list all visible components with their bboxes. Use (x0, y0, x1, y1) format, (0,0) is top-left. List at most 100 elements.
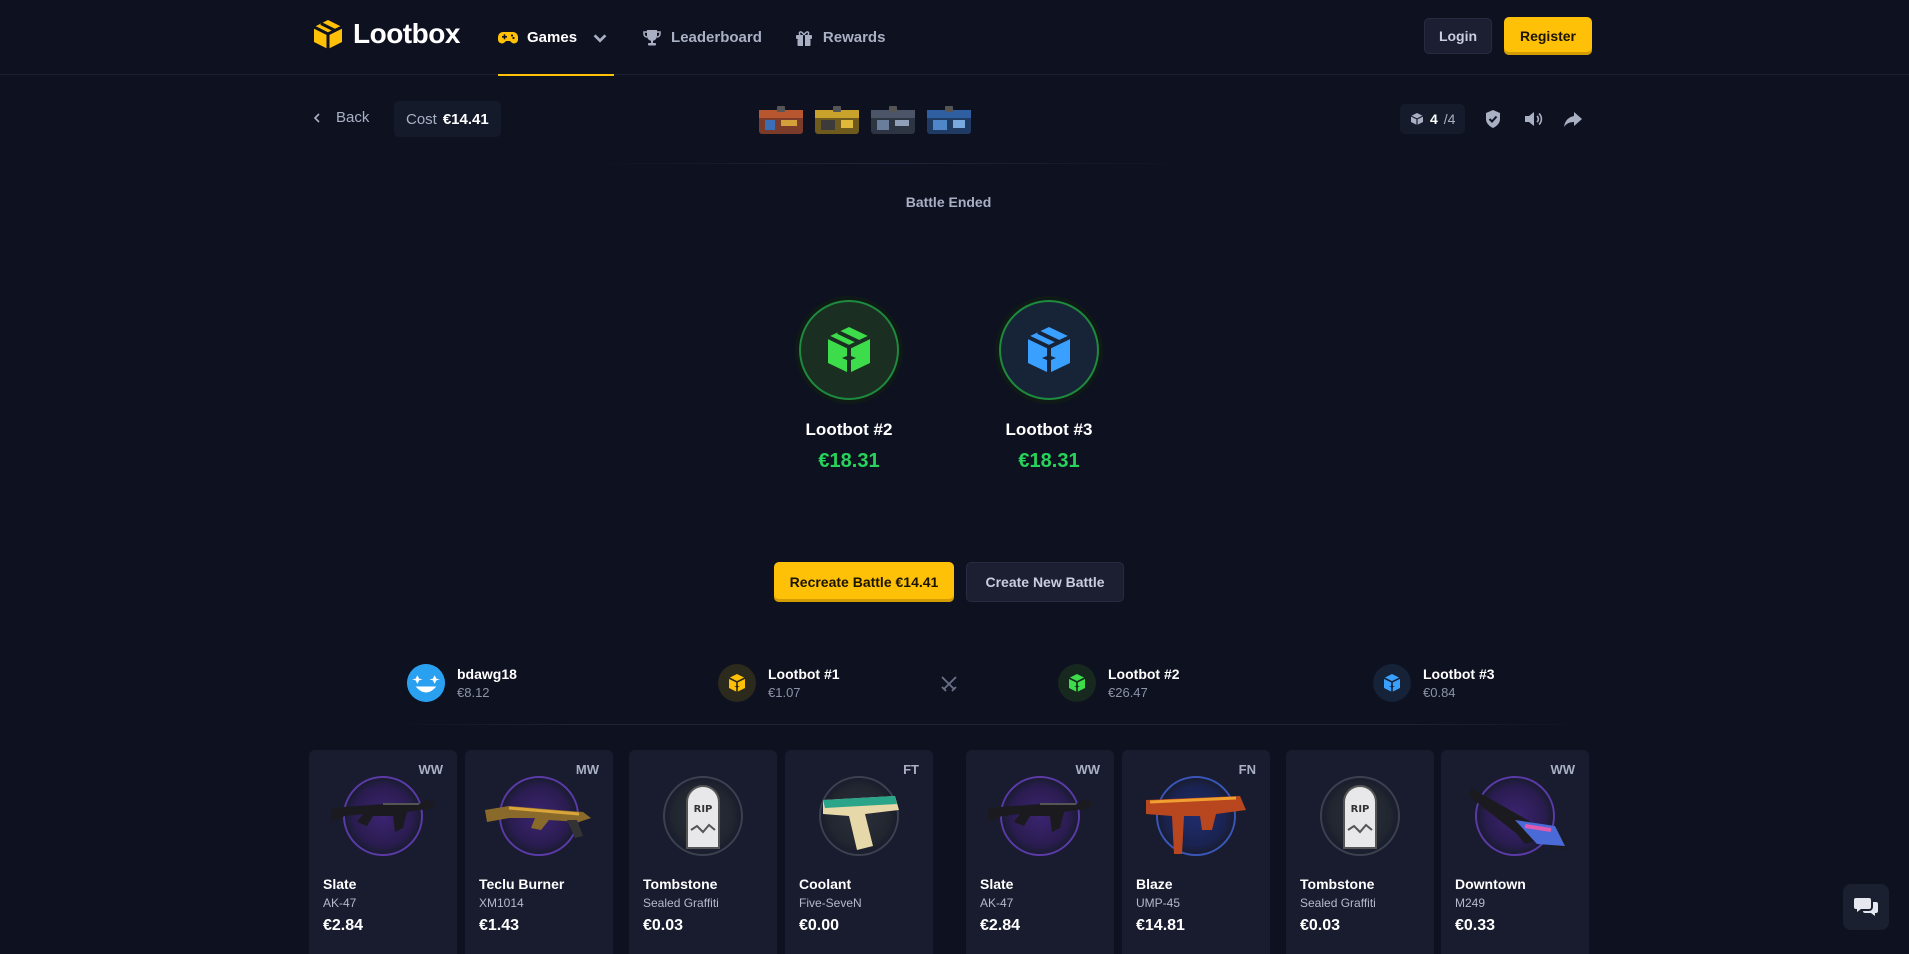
item-name: Slate (323, 876, 357, 892)
player-value: €8.12 (457, 685, 490, 700)
item-price: €0.03 (1300, 917, 1341, 934)
case-thumbnail[interactable] (923, 98, 975, 142)
ump45-icon (1146, 796, 1246, 854)
nav-links: Games Leaderboard Rewards (498, 0, 917, 76)
item-card[interactable]: RIP Tombstone Sealed Graffiti €0.03 (629, 750, 777, 954)
lootbot-yellow-icon (728, 674, 746, 692)
player-slot[interactable]: Lootbot #1 €1.07 (718, 664, 840, 702)
brand-logo[interactable]: Lootbox (311, 18, 460, 50)
cost-value: €14.41 (442, 110, 489, 128)
trophy-icon (643, 29, 661, 45)
player-value: €26.47 (1108, 685, 1148, 700)
case-1-icon (759, 106, 803, 134)
gift-icon (795, 30, 812, 46)
chevron-down-icon (593, 33, 607, 43)
item-type: Five-SeveN (799, 896, 862, 910)
m249-icon (1469, 788, 1567, 850)
fairness-button[interactable] (1481, 107, 1505, 131)
winner-avatar (999, 300, 1099, 400)
item-card[interactable]: RIP Tombstone Sealed Graffiti €0.03 (1286, 750, 1434, 954)
player-slot[interactable]: Lootbot #3 €0.84 (1373, 664, 1495, 702)
player-slot[interactable]: bdawg18 €8.12 (407, 664, 517, 702)
player-value: €0.84 (1423, 685, 1456, 700)
case-3-icon (871, 106, 915, 134)
case-thumbnail[interactable] (867, 98, 919, 142)
item-card[interactable]: FT Coolant Five-SeveN €0.00 (785, 750, 933, 954)
nav-rewards[interactable]: Rewards (794, 0, 886, 75)
nav-games-label: Games (527, 29, 578, 46)
lootbot-green-icon (827, 327, 871, 373)
item-type: AK-47 (980, 896, 1014, 910)
case-thumbnail[interactable] (811, 98, 863, 142)
shield-check-icon (1486, 110, 1501, 128)
lootbox-logo-icon (313, 20, 343, 49)
item-type: Sealed Graffiti (1300, 896, 1376, 910)
battle-toolbar-right: 4 /4 (1400, 104, 1585, 134)
winner-card: Lootbot #3 €18.31 (979, 300, 1119, 473)
item-price: €2.84 (323, 917, 364, 934)
star-eyes-emoji-icon (407, 664, 445, 702)
player-slot[interactable]: Lootbot #2 €26.47 (1058, 664, 1180, 702)
players-divider (390, 724, 1590, 725)
box-icon (1410, 113, 1424, 125)
top-navbar: Lootbox Games Leaderboard Rewards Login … (0, 0, 1909, 76)
player-name: Lootbot #1 (768, 666, 840, 682)
item-type: M249 (1455, 896, 1486, 910)
nav-leaderboard[interactable]: Leaderboard (642, 0, 762, 75)
item-name: Teclu Burner (479, 876, 565, 892)
back-button[interactable]: Back (313, 109, 369, 126)
rounds-total: /4 (1443, 111, 1456, 127)
item-card[interactable]: MW Teclu Burner XM1014 €1.43 (465, 750, 613, 954)
register-button[interactable]: Register (1504, 17, 1592, 55)
item-card[interactable]: FN Blaze UMP-45 €14.81 (1122, 750, 1270, 954)
chat-button[interactable] (1843, 884, 1889, 930)
item-name: Slate (980, 876, 1014, 892)
five-seven-icon (823, 796, 899, 850)
chat-bubbles-icon (1854, 898, 1878, 916)
xm1014-icon (485, 806, 591, 838)
item-type: UMP-45 (1136, 896, 1181, 910)
nav-games[interactable]: Games (498, 0, 615, 76)
battle-cases (755, 98, 975, 142)
speaker-icon (1525, 112, 1543, 126)
rounds-counter: 4 /4 (1400, 104, 1466, 134)
toolbar-divider (580, 163, 1200, 164)
create-new-battle-button[interactable]: Create New Battle (966, 562, 1124, 602)
recreate-battle-button[interactable]: Recreate Battle €14.41 (774, 562, 954, 602)
winner-name: Lootbot #2 (805, 420, 893, 439)
player-name: Lootbot #3 (1423, 666, 1495, 682)
back-label: Back (336, 109, 370, 126)
item-name: Coolant (799, 876, 852, 892)
share-button[interactable] (1561, 107, 1585, 131)
chevron-left-icon (313, 112, 320, 123)
avatar (718, 664, 756, 702)
share-icon (1564, 112, 1583, 127)
tombstone-graffiti-icon: RIP (1343, 785, 1377, 849)
item-card[interactable]: WW Slate AK-47 €2.84 (309, 750, 457, 954)
case-thumbnail[interactable] (755, 98, 807, 142)
player-name: Lootbot #2 (1108, 666, 1180, 682)
winner-card: Lootbot #2 €18.31 (779, 300, 919, 473)
item-price: €14.81 (1136, 917, 1185, 934)
case-4-icon (927, 106, 971, 134)
sound-toggle[interactable] (1521, 107, 1545, 131)
cost-label: Cost (406, 110, 437, 128)
svg-text:RIP: RIP (694, 804, 713, 815)
winner-amount: €18.31 (818, 450, 880, 472)
login-button[interactable]: Login (1424, 18, 1492, 54)
avatar (1373, 664, 1411, 702)
item-name: Tombstone (1300, 876, 1375, 892)
item-price: €0.00 (799, 917, 840, 934)
item-type: AK-47 (323, 896, 357, 910)
nav-rewards-label: Rewards (822, 29, 886, 46)
item-card[interactable]: WW Downtown M249 €0.33 (1441, 750, 1589, 954)
item-price: €0.33 (1455, 917, 1496, 934)
item-type: XM1014 (479, 896, 524, 910)
gamepad-icon (498, 31, 518, 43)
item-name: Downtown (1455, 876, 1526, 892)
avatar (1058, 664, 1096, 702)
item-card[interactable]: WW Slate AK-47 €2.84 (966, 750, 1114, 954)
player-value: €1.07 (768, 685, 801, 700)
case-2-icon (815, 106, 859, 134)
player-name: bdawg18 (457, 666, 517, 682)
